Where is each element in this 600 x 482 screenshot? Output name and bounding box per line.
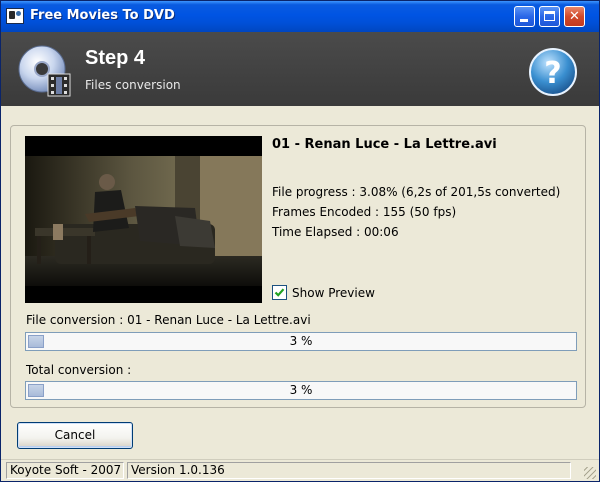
app-window: Free Movies To DVD ✕ Step 4 Files conver… [0,0,600,482]
file-progress-text: File progress : 3.08% (6,2s of 201,5s co… [272,185,561,199]
total-conversion-percent: 3 % [289,383,313,397]
maximize-icon [544,11,555,21]
status-bar: Koyote Soft - 2007 Version 1.0.136 [1,459,599,481]
checkmark-icon [274,288,285,297]
current-file-name: 01 - Renan Luce - La Lettre.avi [272,137,497,152]
file-conversion-progress: 3 % [25,332,577,351]
step-header: Step 4 Files conversion ? [1,32,599,106]
step-subtitle: Files conversion [85,78,181,92]
file-conversion-label: File conversion : 01 - Renan Luce - La L… [26,313,311,327]
close-icon: ✕ [569,9,580,24]
minimize-button[interactable] [514,6,535,27]
time-elapsed-text: Time Elapsed : 00:06 [272,225,399,239]
total-conversion-progress: 3 % [25,381,577,400]
window-title: Free Movies To DVD [30,8,175,23]
preview-frame [25,136,262,303]
file-conversion-percent: 3 % [289,334,313,348]
dvd-disc-icon [18,45,71,97]
maximize-button[interactable] [539,6,560,27]
film-icon [6,8,24,24]
title-bar[interactable]: Free Movies To DVD ✕ [1,1,599,32]
resize-grip[interactable] [584,467,596,479]
video-preview [25,136,262,303]
status-company: Koyote Soft - 2007 [6,462,124,479]
cancel-button[interactable]: Cancel [17,422,133,449]
svg-text:?: ? [544,56,561,91]
step-title: Step 4 [85,47,146,69]
close-button[interactable]: ✕ [564,6,585,27]
help-icon[interactable]: ? [527,47,579,97]
minimize-icon [520,19,528,22]
total-conversion-label: Total conversion : [26,363,132,377]
frames-encoded-text: Frames Encoded : 155 (50 fps) [272,205,457,219]
status-version: Version 1.0.136 [127,462,571,479]
show-preview-label[interactable]: Show Preview [292,286,375,300]
show-preview-checkbox[interactable] [272,285,287,300]
